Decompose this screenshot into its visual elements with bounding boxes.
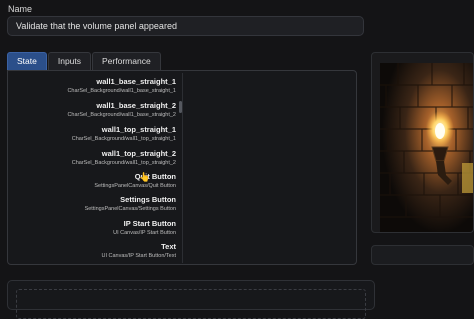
item-title: wall1_base_straight_2: [96, 101, 176, 110]
drop-zone[interactable]: [16, 289, 366, 319]
item-path: SettingsPanelCanvas/Quit Button: [94, 183, 176, 189]
list-item[interactable]: wall1_top_straight_2 CharSel_Background/…: [72, 149, 176, 167]
tab-performance[interactable]: Performance: [92, 52, 161, 70]
item-path: UI Canvas/IP Start Button/Text: [101, 253, 177, 259]
item-title: wall1_top_straight_2: [101, 149, 176, 158]
item-path: CharSel_Background/wall1_base_straight_1: [67, 88, 176, 94]
item-path: UI Canvas/IP Start Button: [113, 230, 176, 236]
item-path: CharSel_Background/wall1_top_straight_2: [71, 160, 176, 166]
state-panel: wall1_base_straight_1 CharSel_Background…: [7, 70, 357, 265]
item-title: wall1_top_straight_1: [101, 125, 176, 134]
tab-bar: State Inputs Performance: [7, 52, 162, 70]
tab-inputs[interactable]: Inputs: [47, 52, 92, 70]
item-title: Settings Button: [120, 195, 176, 204]
info-box: [371, 245, 474, 265]
item-path: CharSel_Background/wall1_top_straight_1: [71, 136, 176, 142]
tab-state[interactable]: State: [7, 52, 47, 70]
hierarchy-list[interactable]: wall1_base_straight_1 CharSel_Background…: [8, 75, 182, 261]
list-item[interactable]: Settings Button SettingsPanelCanvas/Sett…: [85, 195, 176, 213]
game-screenshot-image: [380, 63, 473, 232]
mouse-cursor-icon: 👆: [139, 172, 151, 182]
item-path: SettingsPanelCanvas/Settings Button: [84, 206, 176, 212]
list-item[interactable]: wall1_base_straight_2 CharSel_Background…: [67, 101, 176, 119]
list-item[interactable]: IP Start Button UI Canvas/IP Start Butto…: [113, 219, 176, 237]
list-item[interactable]: Text UI Canvas/IP Start Button/Text: [102, 242, 177, 260]
list-item[interactable]: Quit Button SettingsPanelCanvas/Quit But…: [94, 172, 176, 190]
name-label: Name: [8, 4, 33, 14]
list-item[interactable]: wall1_top_straight_1 CharSel_Background/…: [72, 125, 176, 143]
item-path: CharSel_Background/wall1_base_straight_2: [67, 112, 176, 118]
game-preview: [371, 52, 474, 233]
list-item[interactable]: wall1_base_straight_1 CharSel_Background…: [67, 77, 176, 95]
item-title: Quit Button: [134, 172, 176, 181]
panel-divider: [182, 73, 183, 263]
item-title: Text: [161, 242, 176, 251]
item-title: IP Start Button: [123, 219, 176, 228]
name-input[interactable]: Validate that the volume panel appeared: [7, 16, 364, 36]
item-title: wall1_base_straight_1: [96, 77, 176, 86]
